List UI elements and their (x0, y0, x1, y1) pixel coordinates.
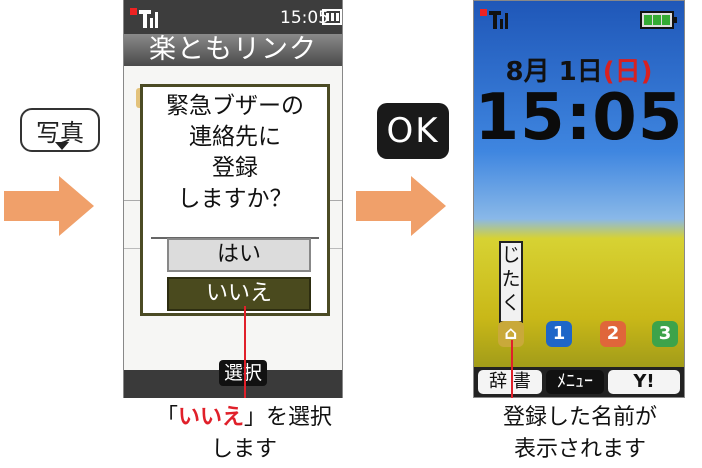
shortcut-2[interactable]: 2 (600, 321, 626, 347)
ok-key[interactable]: OK (377, 103, 449, 159)
menu-softkey[interactable]: ﾒﾆｭｰ (546, 370, 604, 394)
phone-screen-right: 8月 1日(日) 15:05 じ た く ⌂ 1 2 3 辞 書 ﾒﾆｭｰ Y! (473, 0, 685, 398)
confirm-dialog: 緊急ブザーの 連絡先に 登録 しますか？ はい いいえ (140, 84, 330, 316)
right-arrow-icon (356, 176, 446, 236)
select-softkey[interactable]: 選択 (219, 360, 267, 386)
shortcut-3[interactable]: 3 (652, 321, 678, 347)
yes-button[interactable]: はい (167, 238, 311, 272)
battery-icon (640, 11, 677, 29)
softkey-bar: 辞 書 ﾒﾆｭｰ Y! (474, 367, 684, 397)
signal-icon (130, 8, 158, 28)
right-arrow-icon (4, 176, 94, 236)
home-contact-label[interactable]: じ た く (499, 241, 523, 323)
pointer-line (511, 340, 513, 398)
clock-display: 15:05 (474, 81, 684, 155)
shashin-key[interactable]: 写真 (20, 108, 100, 152)
app-title: 楽ともリンク (124, 34, 342, 66)
down-triangle-icon (55, 142, 69, 150)
yahoo-softkey[interactable]: Y! (608, 370, 680, 394)
no-button[interactable]: いいえ (167, 277, 311, 311)
battery-icon (322, 9, 342, 25)
dialog-message: 緊急ブザーの 連絡先に 登録 しますか？ (166, 93, 304, 212)
caption-left: 「いいえ」を選択 します (155, 405, 333, 462)
signal-icon (480, 9, 508, 29)
shortcut-1[interactable]: 1 (546, 321, 572, 347)
pointer-line (244, 306, 246, 398)
dictionary-softkey[interactable]: 辞 書 (478, 370, 542, 394)
caption-right: 登録した名前が 表示されます (502, 405, 657, 462)
status-bar: 15:05 (124, 0, 342, 34)
